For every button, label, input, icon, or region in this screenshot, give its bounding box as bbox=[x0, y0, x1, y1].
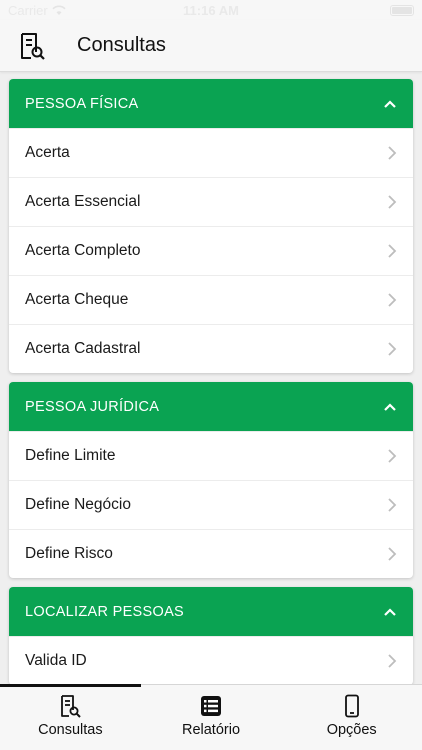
chevron-right-icon bbox=[388, 342, 397, 356]
list-item-acerta-completo[interactable]: Acerta Completo bbox=[9, 226, 413, 275]
list-item-label: Define Negócio bbox=[25, 496, 131, 513]
list-item-acerta-cheque[interactable]: Acerta Cheque bbox=[9, 275, 413, 324]
tab-consultas[interactable]: Consultas bbox=[0, 684, 141, 750]
section-header-pessoa-juridica[interactable]: PESSOA JURÍDICA bbox=[9, 382, 413, 431]
chevron-up-icon bbox=[384, 607, 396, 616]
tab-bar: Consultas Relatório Opções bbox=[0, 684, 422, 750]
list-item-label: Valida ID bbox=[25, 652, 87, 669]
section-title: PESSOA JURÍDICA bbox=[25, 398, 160, 415]
tab-label: Opções bbox=[326, 722, 377, 738]
chevron-right-icon bbox=[388, 498, 397, 512]
list-item-label: Define Limite bbox=[25, 447, 116, 464]
section-pessoa-juridica: PESSOA JURÍDICA Define Limite Define Neg… bbox=[9, 382, 413, 578]
status-time: 11:16 AM bbox=[183, 2, 239, 18]
chevron-up-icon bbox=[384, 99, 396, 108]
list-item-valida-id[interactable]: Valida ID bbox=[9, 636, 413, 684]
document-search-icon bbox=[21, 32, 45, 60]
section-localizar-pessoas: LOCALIZAR PESSOAS Valida ID bbox=[9, 587, 413, 684]
tab-relatorio[interactable]: Relatório bbox=[141, 685, 282, 750]
chevron-right-icon bbox=[388, 244, 397, 258]
chevron-right-icon bbox=[388, 449, 397, 463]
list-item-acerta-essencial[interactable]: Acerta Essencial bbox=[9, 177, 413, 226]
chevron-right-icon bbox=[388, 293, 397, 307]
list-item-define-risco[interactable]: Define Risco bbox=[9, 529, 413, 578]
section-pessoa-fisica: PESSOA FÍSICA Acerta Acerta Essencial Ac… bbox=[9, 79, 413, 373]
chevron-right-icon bbox=[388, 547, 397, 561]
tab-opcoes[interactable]: Opções bbox=[281, 685, 422, 750]
list-item-label: Acerta bbox=[25, 144, 70, 161]
section-header-pessoa-fisica[interactable]: PESSOA FÍSICA bbox=[9, 79, 413, 128]
section-title: PESSOA FÍSICA bbox=[25, 95, 139, 112]
tab-label: Relatório bbox=[181, 722, 241, 738]
tab-label: Consultas bbox=[38, 722, 103, 738]
list-item-label: Acerta Essencial bbox=[25, 193, 141, 210]
chevron-up-icon bbox=[384, 402, 396, 411]
list-icon bbox=[201, 696, 221, 716]
chevron-right-icon bbox=[388, 146, 397, 160]
list-item-label: Define Risco bbox=[25, 545, 113, 562]
section-header-localizar-pessoas[interactable]: LOCALIZAR PESSOAS bbox=[9, 587, 413, 636]
phone-icon bbox=[344, 694, 359, 718]
consultas-list[interactable]: PESSOA FÍSICA Acerta Acerta Essencial Ac… bbox=[0, 72, 422, 684]
section-title: LOCALIZAR PESSOAS bbox=[25, 603, 185, 620]
status-bar: Carrier 11:16 AM bbox=[0, 0, 422, 20]
page-title: Consultas bbox=[77, 34, 166, 56]
list-item-acerta[interactable]: Acerta bbox=[9, 128, 413, 177]
list-item-label: Acerta Completo bbox=[25, 242, 141, 259]
app-header: Consultas bbox=[0, 20, 422, 72]
list-item-label: Acerta Cadastral bbox=[25, 340, 141, 357]
chevron-right-icon bbox=[388, 195, 397, 209]
list-item-label: Acerta Cheque bbox=[25, 291, 129, 308]
chevron-right-icon bbox=[388, 654, 397, 668]
battery-icon bbox=[390, 4, 414, 16]
list-item-define-negocio[interactable]: Define Negócio bbox=[9, 480, 413, 529]
list-item-define-limite[interactable]: Define Limite bbox=[9, 431, 413, 480]
document-search-icon bbox=[61, 695, 82, 718]
list-item-acerta-cadastral[interactable]: Acerta Cadastral bbox=[9, 324, 413, 373]
